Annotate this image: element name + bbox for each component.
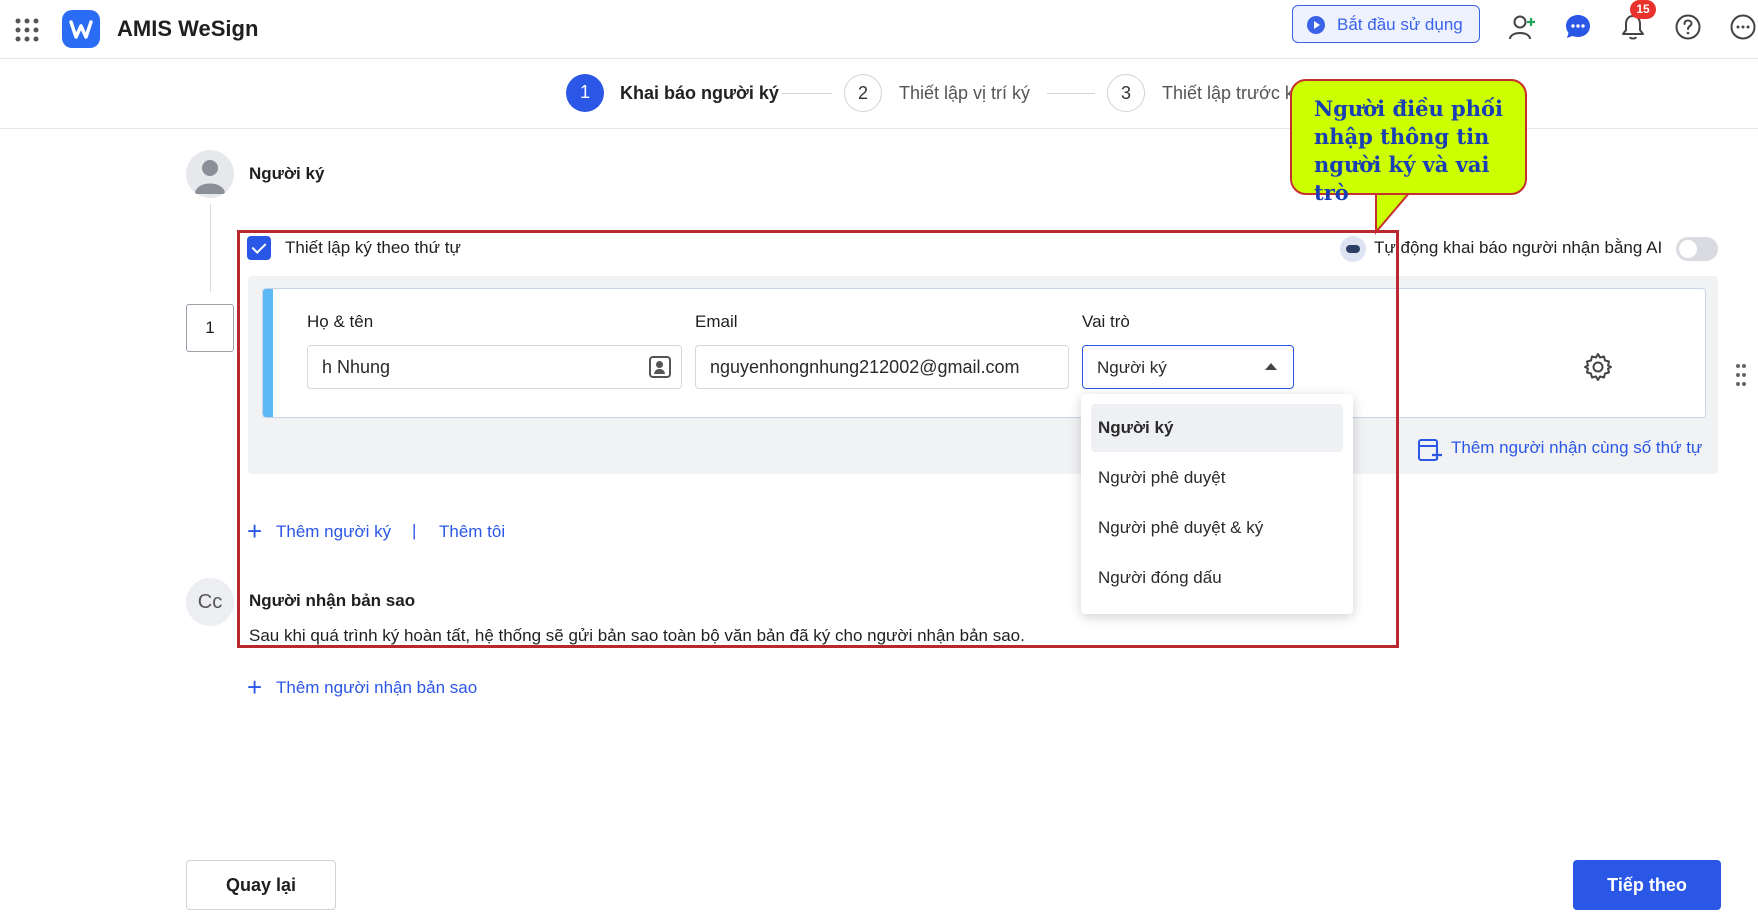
help-icon[interactable] (1673, 12, 1703, 42)
highlight-frame (237, 230, 1399, 648)
step-1-circle[interactable]: 1 (566, 74, 604, 112)
step-connector (1047, 93, 1095, 94)
plus-icon: + (247, 672, 263, 702)
start-using-button[interactable]: Bắt đầu sử dụng (1292, 5, 1480, 43)
step-3-circle[interactable]: 3 (1107, 74, 1145, 112)
ai-auto-toggle[interactable] (1676, 237, 1718, 261)
apps-grid-icon[interactable] (14, 17, 40, 43)
gear-icon[interactable] (1582, 351, 1614, 383)
step-2-label[interactable]: Thiết lập vị trí ký (899, 83, 1030, 104)
person-icon (195, 160, 225, 194)
drag-handle-icon[interactable] (1736, 363, 1746, 387)
step-connector (782, 93, 832, 94)
play-icon (1307, 16, 1325, 34)
signing-order-number[interactable]: 1 (186, 304, 234, 352)
annotation-callout: Người điều phối nhập thông tin người ký … (1290, 79, 1527, 205)
step-3-label[interactable]: Thiết lập trước k (1162, 83, 1294, 104)
back-button[interactable]: Quay lại (186, 860, 336, 910)
chat-icon[interactable] (1563, 12, 1593, 42)
step-2-circle[interactable]: 2 (844, 74, 882, 112)
ai-auto-label: Tự động khai báo người nhận bằng AI (1374, 238, 1663, 257)
start-using-label: Bắt đầu sử dụng (1337, 15, 1463, 34)
notification-badge: 15 (1630, 0, 1656, 19)
callout-text: Người điều phối nhập thông tin người ký … (1314, 96, 1503, 205)
top-header: AMIS WeSign Bắt đầu sử dụng 15 (0, 0, 1758, 59)
more-icon[interactable] (1728, 12, 1758, 42)
signer-timeline-line (210, 204, 211, 292)
wesign-logo[interactable] (62, 10, 100, 48)
add-same-order-icon[interactable] (1417, 436, 1443, 462)
next-button[interactable]: Tiếp theo (1573, 860, 1721, 910)
add-user-icon[interactable] (1508, 12, 1538, 42)
step-1-label[interactable]: Khai báo người ký (620, 83, 779, 104)
add-cc-link[interactable]: Thêm người nhận bản sao (276, 678, 477, 698)
cc-avatar: Cc (186, 578, 234, 626)
signers-title: Người ký (249, 164, 325, 183)
app-title: AMIS WeSign (117, 16, 259, 41)
wesign-logo-mark (69, 20, 93, 39)
add-same-order-link[interactable]: Thêm người nhận cùng số thứ tự (1451, 438, 1702, 458)
signer-avatar (186, 150, 234, 198)
